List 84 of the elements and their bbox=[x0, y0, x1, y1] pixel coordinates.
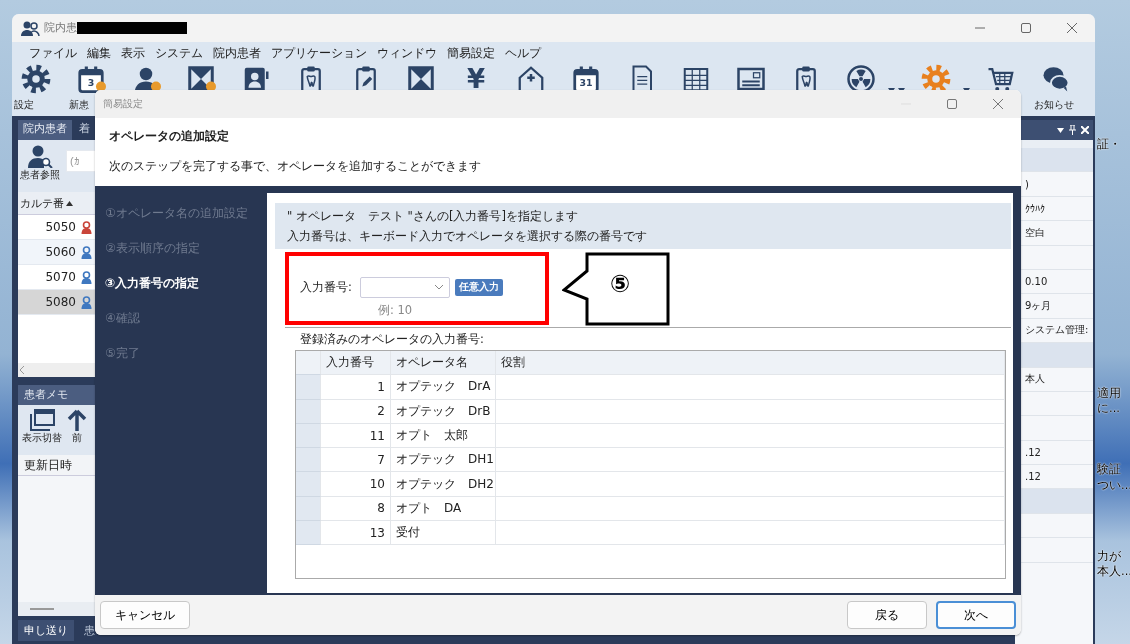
table-cell: 1 bbox=[321, 375, 391, 400]
table-cell: 7 bbox=[321, 448, 391, 473]
panel-tab[interactable]: 院内患者 bbox=[18, 120, 72, 140]
chart-number: 5060 bbox=[44, 245, 77, 259]
menu-item[interactable]: ヘルプ bbox=[500, 44, 546, 62]
detail-value: 0.10 bbox=[1025, 276, 1048, 288]
table-cell: 2 bbox=[321, 399, 391, 424]
menu-item[interactable]: 簡易設定 bbox=[442, 44, 500, 62]
desktop-text: 験証 bbox=[1097, 462, 1121, 477]
desktop-text: 適用 bbox=[1097, 386, 1121, 401]
detail-value: 本人 bbox=[1025, 372, 1045, 387]
callout-number: ⑤ bbox=[610, 270, 631, 298]
yen-icon[interactable]: ¥ bbox=[466, 64, 486, 94]
field-hint: 例: 10 bbox=[378, 303, 414, 318]
dialog-button[interactable]: 戻る bbox=[847, 601, 927, 629]
detail-value: .12 bbox=[1025, 446, 1041, 458]
table-cell: 11 bbox=[321, 423, 391, 449]
dialog-button[interactable]: 次へ bbox=[936, 601, 1016, 629]
menu-item[interactable]: 表示 bbox=[116, 44, 150, 62]
window-title: 院内患 bbox=[44, 21, 77, 35]
detail-value: .12 bbox=[1025, 471, 1041, 483]
detail-value: システム管理: bbox=[1025, 323, 1089, 338]
toolbar-button[interactable]: 設定 bbox=[12, 64, 60, 112]
memo-tool-button[interactable]: 表示切替 bbox=[22, 405, 62, 455]
column-header: カルテ番 bbox=[20, 195, 64, 211]
chart-number: 5080 bbox=[44, 295, 77, 309]
sort-arrow-icon bbox=[66, 200, 73, 206]
maximize-icon[interactable] bbox=[1021, 23, 1031, 33]
menu-item[interactable]: ウィンドウ bbox=[372, 44, 442, 62]
dialog-title: 簡易設定 bbox=[103, 97, 143, 111]
section-label: 登録済みのオペレータの入力番号: bbox=[300, 332, 485, 347]
desktop-text: 本人... bbox=[1097, 564, 1130, 579]
menu-item[interactable]: アプリケーション bbox=[266, 44, 372, 62]
chart-number: 5070 bbox=[44, 270, 77, 284]
table-cell: オプテック DrA bbox=[391, 375, 496, 400]
detail-value: 空白 bbox=[1025, 225, 1045, 240]
column-header: 入力番号 bbox=[321, 351, 391, 376]
info-text: " オペレータ テスト "さんの[入力番号]を指定します bbox=[287, 208, 579, 225]
desktop-text: 証・ bbox=[1097, 137, 1121, 152]
maximize-icon[interactable] bbox=[947, 99, 957, 109]
memo-tool-button[interactable]: 前 bbox=[66, 405, 88, 455]
table-cell: オプテック DH2 bbox=[391, 472, 496, 497]
wizard-step: ⑤完了 bbox=[105, 336, 267, 371]
table-cell: 8 bbox=[321, 496, 391, 522]
patient-search-button[interactable]: 患者参照 bbox=[20, 140, 60, 182]
dropdown-caret-icon[interactable] bbox=[1057, 127, 1064, 133]
menu-item[interactable]: 編集 bbox=[82, 44, 116, 62]
free-input-button[interactable]: 任意入力 bbox=[454, 278, 503, 296]
column-header: 役割 bbox=[496, 351, 1005, 376]
column-header: オペレータ名 bbox=[391, 351, 496, 376]
up-arrow-icon bbox=[66, 409, 88, 431]
table-cell: 10 bbox=[321, 472, 391, 497]
close-icon[interactable] bbox=[1067, 23, 1077, 33]
desktop-text: に... bbox=[1097, 401, 1120, 416]
table-cell: 13 bbox=[321, 521, 391, 546]
corner-cell bbox=[296, 351, 321, 376]
table-cell: オプテック DrB bbox=[391, 399, 496, 424]
detail-value: ｸｳﾊｸ bbox=[1025, 202, 1045, 214]
panel-tab[interactable]: 着 bbox=[74, 120, 95, 140]
app-logo-icon bbox=[20, 20, 40, 36]
dialog-subtitle: 次のステップを完了する事で、オペレータを追加することができます bbox=[109, 158, 482, 175]
pin-icon[interactable] bbox=[1069, 125, 1076, 135]
table-cell: オプト 太郎 bbox=[391, 423, 496, 449]
menu-item[interactable]: 院内患者 bbox=[208, 44, 266, 62]
table-cell: 受付 bbox=[391, 521, 496, 546]
info-text: 入力番号は、キーボード入力でオペレータを選択する際の番号です bbox=[287, 228, 648, 245]
dialog-heading: オペレータの追加設定 bbox=[109, 128, 230, 145]
field-label: 入力番号: bbox=[300, 279, 352, 295]
toolbar-button[interactable]: お知らせ bbox=[1032, 64, 1080, 112]
desktop-text: つい... bbox=[1097, 478, 1130, 493]
menu-item[interactable]: システム bbox=[150, 44, 208, 62]
menu-item[interactable]: ファイル bbox=[24, 44, 82, 62]
desktop-text: 力が bbox=[1097, 549, 1121, 564]
detail-value: ) bbox=[1025, 178, 1029, 190]
window-icon bbox=[29, 409, 55, 431]
bottom-tab[interactable]: 申し送り bbox=[18, 619, 74, 641]
caret-icon bbox=[434, 284, 443, 290]
person-search-icon bbox=[27, 144, 53, 168]
table-cell: オプト DA bbox=[391, 496, 496, 522]
close-icon[interactable] bbox=[993, 99, 1003, 109]
table-cell: オプテック DH1 bbox=[391, 448, 496, 473]
detail-value: 9ヶ月 bbox=[1025, 299, 1052, 314]
dialog-button[interactable]: キャンセル bbox=[100, 601, 190, 629]
chart-number: 5050 bbox=[44, 220, 77, 234]
